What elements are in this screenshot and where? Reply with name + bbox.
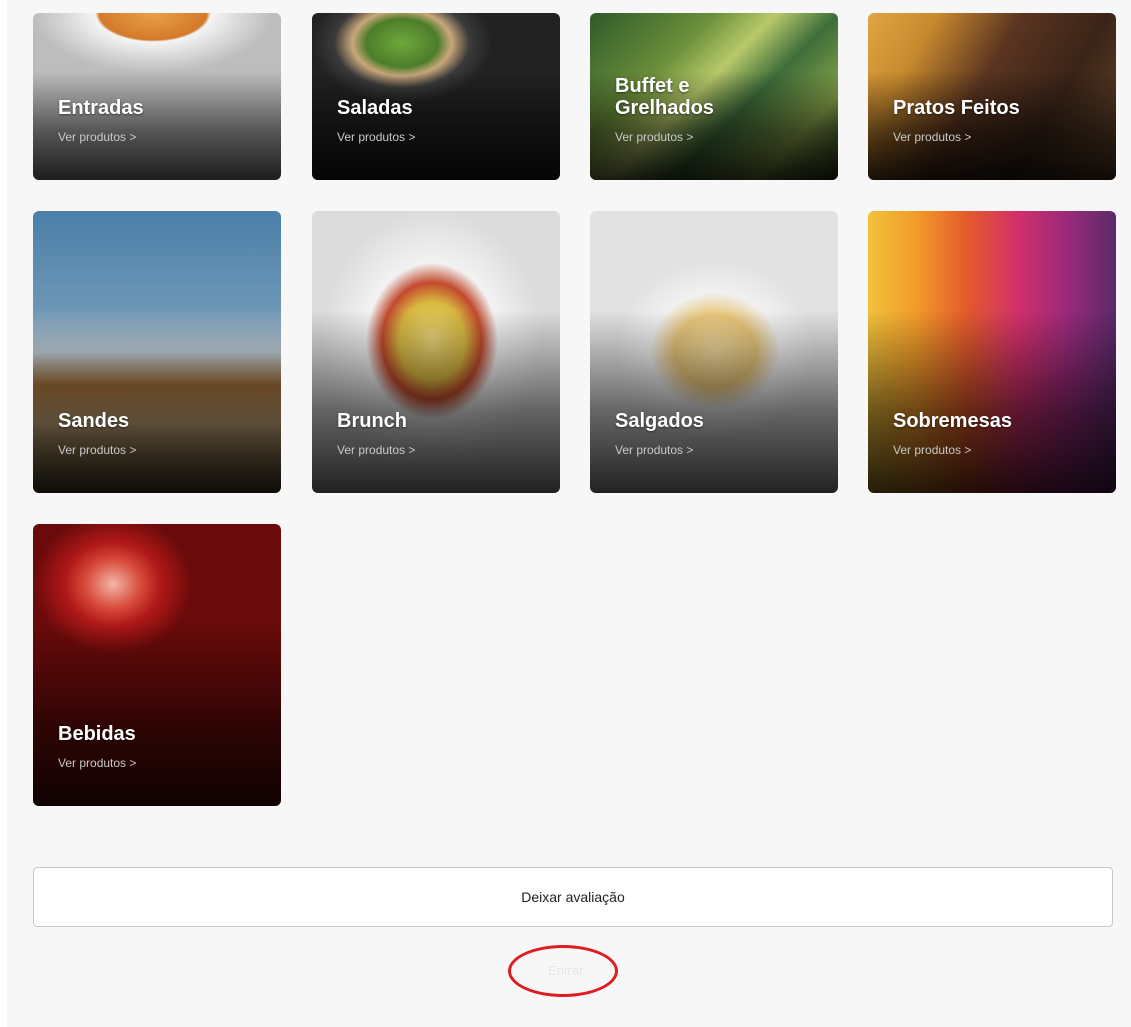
card-overlay (590, 309, 838, 493)
category-title: Sobremesas (893, 410, 1012, 432)
category-card-bebidas[interactable]: Bebidas Ver produtos > (33, 524, 281, 806)
category-card-salgados[interactable]: Salgados Ver produtos > (590, 211, 838, 493)
card-overlay (33, 622, 281, 806)
view-products-link[interactable]: Ver produtos > (337, 130, 415, 144)
view-products-link[interactable]: Ver produtos > (58, 443, 136, 457)
category-title: Entradas (58, 97, 144, 119)
category-title: Buffet e Grelhados (615, 75, 714, 119)
card-overlay (868, 71, 1116, 180)
category-card-buffet-grelhados[interactable]: Buffet e Grelhados Ver produtos > (590, 13, 838, 180)
category-card-sandes[interactable]: Sandes Ver produtos > (33, 211, 281, 493)
category-card-entradas[interactable]: Entradas Ver produtos > (33, 13, 281, 180)
category-title: Saladas (337, 97, 413, 119)
leave-review-button[interactable]: Deixar avaliação (33, 867, 1113, 927)
card-overlay (312, 309, 560, 493)
card-overlay (33, 71, 281, 180)
view-products-link[interactable]: Ver produtos > (58, 756, 136, 770)
category-card-brunch[interactable]: Brunch Ver produtos > (312, 211, 560, 493)
card-overlay (33, 309, 281, 493)
category-card-pratos-feitos[interactable]: Pratos Feitos Ver produtos > (868, 13, 1116, 180)
view-products-link[interactable]: Ver produtos > (893, 130, 971, 144)
view-products-link[interactable]: Ver produtos > (615, 130, 693, 144)
annotation-circle (508, 945, 618, 997)
category-title: Salgados (615, 410, 704, 432)
view-products-link[interactable]: Ver produtos > (615, 443, 693, 457)
category-card-saladas[interactable]: Saladas Ver produtos > (312, 13, 560, 180)
category-title: Pratos Feitos (893, 97, 1020, 119)
category-card-sobremesas[interactable]: Sobremesas Ver produtos > (868, 211, 1116, 493)
view-products-link[interactable]: Ver produtos > (337, 443, 415, 457)
card-overlay (312, 71, 560, 180)
category-title: Brunch (337, 410, 407, 432)
view-products-link[interactable]: Ver produtos > (893, 443, 971, 457)
category-title: Bebidas (58, 723, 136, 745)
card-overlay (868, 309, 1116, 493)
category-title: Sandes (58, 410, 130, 432)
view-products-link[interactable]: Ver produtos > (58, 130, 136, 144)
